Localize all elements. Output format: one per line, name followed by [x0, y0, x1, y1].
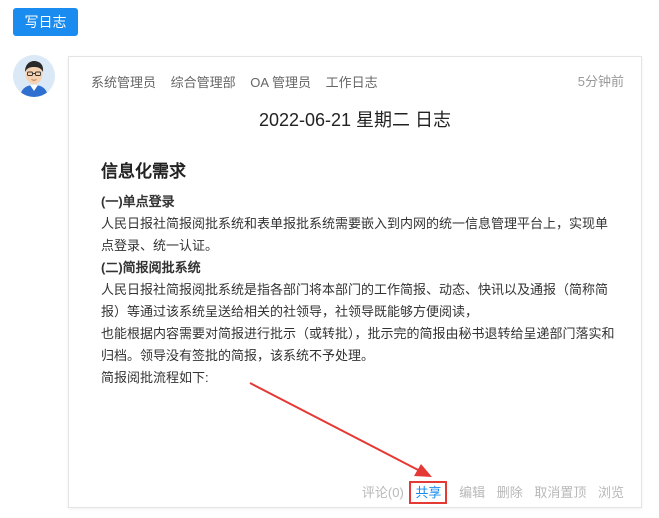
tag-user[interactable]: 系统管理员: [91, 75, 156, 90]
avatar[interactable]: [13, 55, 55, 97]
section-2-text-2: 也能根据内容需要对简报进行批示（或转批），批示完的简报由秘书退转给呈递部门落实和…: [101, 326, 615, 363]
section-2-title: (二)简报阅批系统: [101, 260, 201, 275]
content-heading: 信息化需求: [101, 162, 186, 181]
tag-department[interactable]: 综合管理部: [171, 75, 236, 90]
comment-link[interactable]: 评论(0): [362, 485, 404, 500]
log-card: 系统管理员 综合管理部 OA 管理员 工作日志 5分钟前 2022-06-21 …: [68, 56, 642, 508]
edit-link[interactable]: 编辑: [459, 485, 485, 500]
log-title: 2022-06-21 星期二 日志: [258, 110, 452, 130]
tag-role[interactable]: OA 管理员: [250, 75, 311, 90]
section-1-text: 人民日报社简报阅批系统和表单报批系统需要嵌入到内网的统一信息管理平台上，实现单点…: [101, 216, 609, 253]
unpin-link[interactable]: 取消置顶: [534, 485, 586, 500]
user-avatar-icon: [13, 55, 55, 97]
section-1-title: (一)单点登录: [101, 194, 175, 209]
log-actions: 评论(0) 共享 编辑 删除 取消置顶 浏览: [354, 481, 624, 504]
flow-text: 简报阅批流程如下:: [101, 370, 209, 385]
log-content: 信息化需求 (一)单点登录 人民日报社简报阅批系统和表单报批系统需要嵌入到内网的…: [101, 161, 619, 389]
log-tags: 系统管理员 综合管理部 OA 管理员 工作日志: [91, 72, 389, 91]
delete-link[interactable]: 删除: [497, 485, 523, 500]
write-log-button[interactable]: 写日志: [13, 8, 78, 36]
log-timestamp: 5分钟前: [577, 74, 624, 89]
browse-link[interactable]: 浏览: [598, 485, 624, 500]
share-link[interactable]: 共享: [409, 481, 448, 504]
section-2-text-1: 人民日报社简报阅批系统是指各部门将本部门的工作简报、动态、快讯以及通报（简称简报…: [101, 282, 609, 319]
tag-log-type[interactable]: 工作日志: [326, 75, 378, 90]
